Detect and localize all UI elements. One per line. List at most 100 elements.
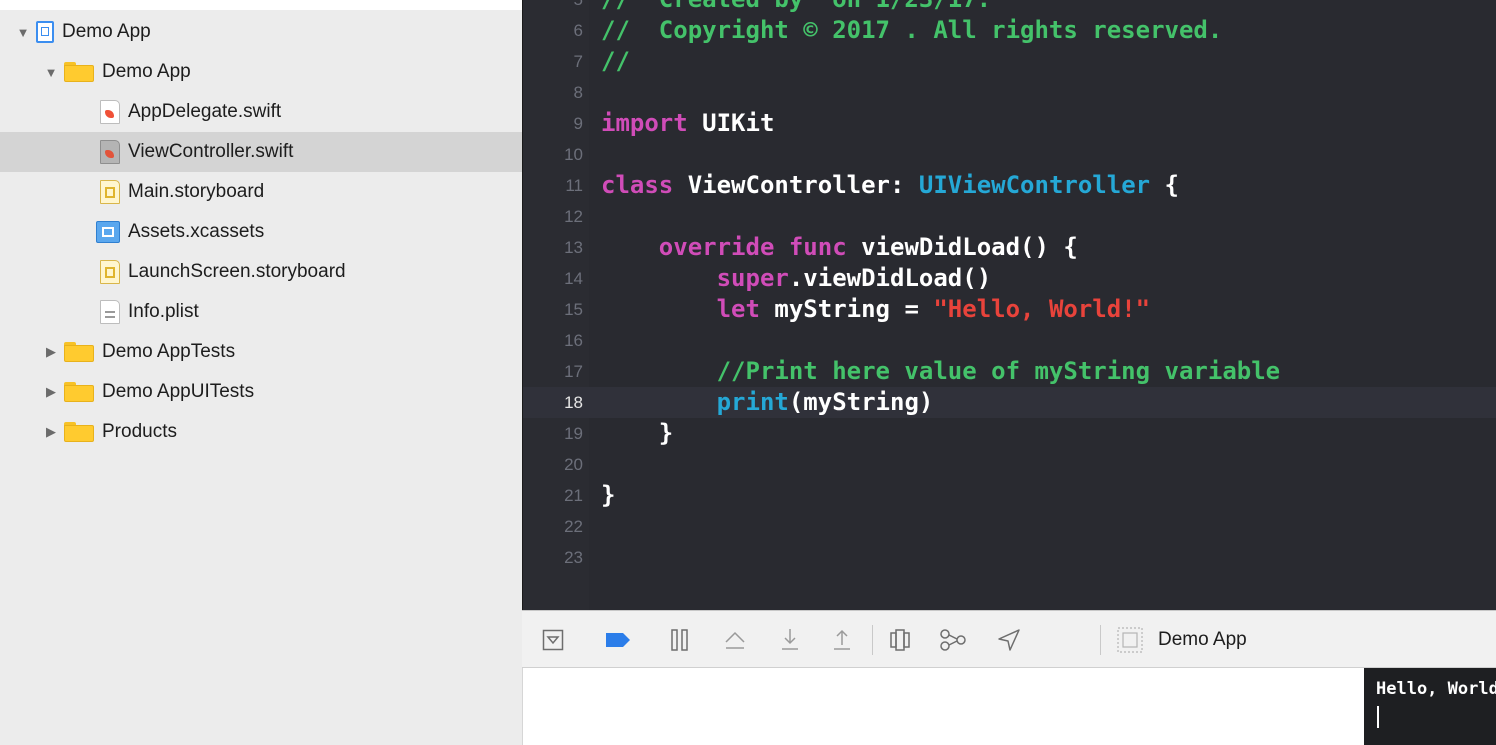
disclosure-expanded-icon[interactable]: ▼ <box>44 65 58 80</box>
folder-icon <box>64 62 94 82</box>
line-code: class ViewController: UIViewController { <box>601 171 1179 199</box>
navigator-item-plist-file[interactable]: Info.plist <box>0 292 522 332</box>
xcode-project-icon <box>36 21 54 43</box>
navigator-item-project[interactable]: ▼ Demo App <box>0 12 522 52</box>
code-line[interactable]: 13 override func viewDidLoad() { <box>523 232 1496 263</box>
navigator-item-label: Assets.xcassets <box>128 221 265 242</box>
step-over-button[interactable] <box>720 623 750 657</box>
console-output-area[interactable]: Hello, World! <box>1364 668 1496 745</box>
navigator-item-storyboard-file[interactable]: Main.storyboard <box>0 172 522 212</box>
hide-debug-area-button[interactable] <box>538 623 568 657</box>
line-number: 22 <box>564 517 583 536</box>
storyboard-file-icon <box>100 260 120 284</box>
navigator-item-label: Demo App <box>62 21 151 42</box>
code-line[interactable]: 14 super.viewDidLoad() <box>523 263 1496 294</box>
line-code: } <box>601 481 616 509</box>
code-line[interactable]: 16 <box>523 325 1496 356</box>
line-number: 7 <box>573 52 583 71</box>
code-line[interactable]: 20 <box>523 449 1496 480</box>
line-code: override func viewDidLoad() { <box>658 233 1078 261</box>
folder-icon <box>64 342 94 362</box>
hide-debug-area-icon <box>542 629 564 651</box>
folder-icon <box>64 422 94 442</box>
line-code: // Created by on 1/23/17. <box>601 0 991 15</box>
breakpoints-toggle-button[interactable] <box>602 623 634 657</box>
code-line[interactable]: 23 <box>523 542 1496 573</box>
line-number: 11 <box>565 176 583 195</box>
line-number: 8 <box>573 83 583 102</box>
disclosure-expanded-icon[interactable]: ▼ <box>16 25 30 40</box>
line-number: 6 <box>573 21 583 40</box>
navigator-item-swift-file[interactable]: AppDelegate.swift <box>0 92 522 132</box>
code-line[interactable]: 8 <box>523 77 1496 108</box>
code-line[interactable]: 10 <box>523 139 1496 170</box>
console-cursor <box>1377 706 1379 728</box>
source-editor[interactable]: 5 // Created by on 1/23/17. 6 // Copyright … <box>522 0 1496 610</box>
line-code: //Print here value of myString variable <box>601 357 1281 385</box>
line-code: import UIKit <box>601 109 775 137</box>
toolbar-separator <box>1100 625 1101 655</box>
pause-icon <box>671 629 688 651</box>
disclosure-collapsed-icon[interactable]: ▶ <box>44 424 58 440</box>
line-number: 20 <box>564 455 583 474</box>
disclosure-collapsed-icon[interactable]: ▶ <box>44 344 58 360</box>
code-line[interactable]: 18 print(myString) <box>523 387 1496 418</box>
line-code: super.viewDidLoad() <box>716 264 992 292</box>
navigator-item-label: Main.storyboard <box>128 181 265 202</box>
line-code: } <box>601 419 674 447</box>
app-target-icon-wrap[interactable] <box>1114 623 1146 657</box>
step-into-icon <box>782 629 798 650</box>
swift-file-icon <box>100 100 120 124</box>
breakpoint-icon <box>606 633 630 647</box>
navigator-item-swift-file[interactable]: ViewController.swift <box>0 132 522 172</box>
code-line[interactable]: 15 let myString = "Hello, World!" <box>523 294 1496 325</box>
code-line[interactable]: 6 // Copyright © 2017 . All rights reserv… <box>523 15 1496 46</box>
plist-file-icon <box>100 300 120 324</box>
navigator-item-label: Demo AppUITests <box>102 381 255 402</box>
navigator-item-label: LaunchScreen.storyboard <box>128 261 346 282</box>
code-line[interactable]: 19 } <box>523 418 1496 449</box>
code-line[interactable]: 21} <box>523 480 1496 511</box>
step-into-button[interactable] <box>776 623 804 657</box>
navigator-item-label: Products <box>102 421 177 442</box>
navigator-item-folder[interactable]: ▶ Products <box>0 412 522 452</box>
view-hierarchy-button[interactable] <box>886 623 914 657</box>
storyboard-file-icon <box>100 180 120 204</box>
navigator-item-folder[interactable]: ▼ Demo App <box>0 52 522 92</box>
pause-button[interactable] <box>666 623 694 657</box>
step-over-icon <box>725 631 745 649</box>
variables-view[interactable] <box>522 668 1364 745</box>
line-number: 19 <box>564 424 583 443</box>
navigator-item-folder[interactable]: ▶ Demo AppUITests <box>0 372 522 412</box>
code-line[interactable]: 5 // Created by on 1/23/17. <box>523 0 1496 15</box>
simulate-location-button[interactable] <box>994 623 1024 657</box>
code-line[interactable]: 12 <box>523 201 1496 232</box>
line-number: 18 <box>564 393 583 412</box>
line-code: // <box>601 47 630 75</box>
code-line[interactable]: 17 //Print here value of myString variab… <box>523 356 1496 387</box>
navigator-top-strip <box>0 0 522 10</box>
line-number: 13 <box>564 238 583 257</box>
code-line[interactable]: 11 class ViewController: UIViewController… <box>523 170 1496 201</box>
line-number: 5 <box>523 0 583 15</box>
memory-graph-icon <box>940 629 966 651</box>
line-number: 17 <box>564 362 583 381</box>
disclosure-collapsed-icon[interactable]: ▶ <box>44 384 58 400</box>
code-line[interactable]: 22 <box>523 511 1496 542</box>
navigator-item-storyboard-file[interactable]: LaunchScreen.storyboard <box>0 252 522 292</box>
scheme-label[interactable]: Demo App <box>1158 629 1247 651</box>
line-number: 12 <box>564 207 583 226</box>
debug-bar: Demo App <box>522 610 1496 668</box>
line-number: 9 <box>573 114 583 133</box>
code-line[interactable]: 9 import UIKit <box>523 108 1496 139</box>
code-line[interactable]: 7 // <box>523 46 1496 77</box>
navigator-item-label: Demo AppTests <box>102 341 236 362</box>
memory-graph-button[interactable] <box>936 623 970 657</box>
line-code: let myString = "Hello, World!" <box>716 295 1151 323</box>
step-out-button[interactable] <box>828 623 856 657</box>
asset-catalog-icon <box>96 221 120 243</box>
navigator-item-asset-catalog[interactable]: Assets.xcassets <box>0 212 522 252</box>
navigator-item-folder[interactable]: ▶ Demo AppTests <box>0 332 522 372</box>
line-code: // Copyright © 2017 . All rights reserve… <box>601 16 1223 44</box>
project-navigator: ▼ Demo App ▼ Demo App AppDelegate.swift ViewC… <box>0 0 522 745</box>
